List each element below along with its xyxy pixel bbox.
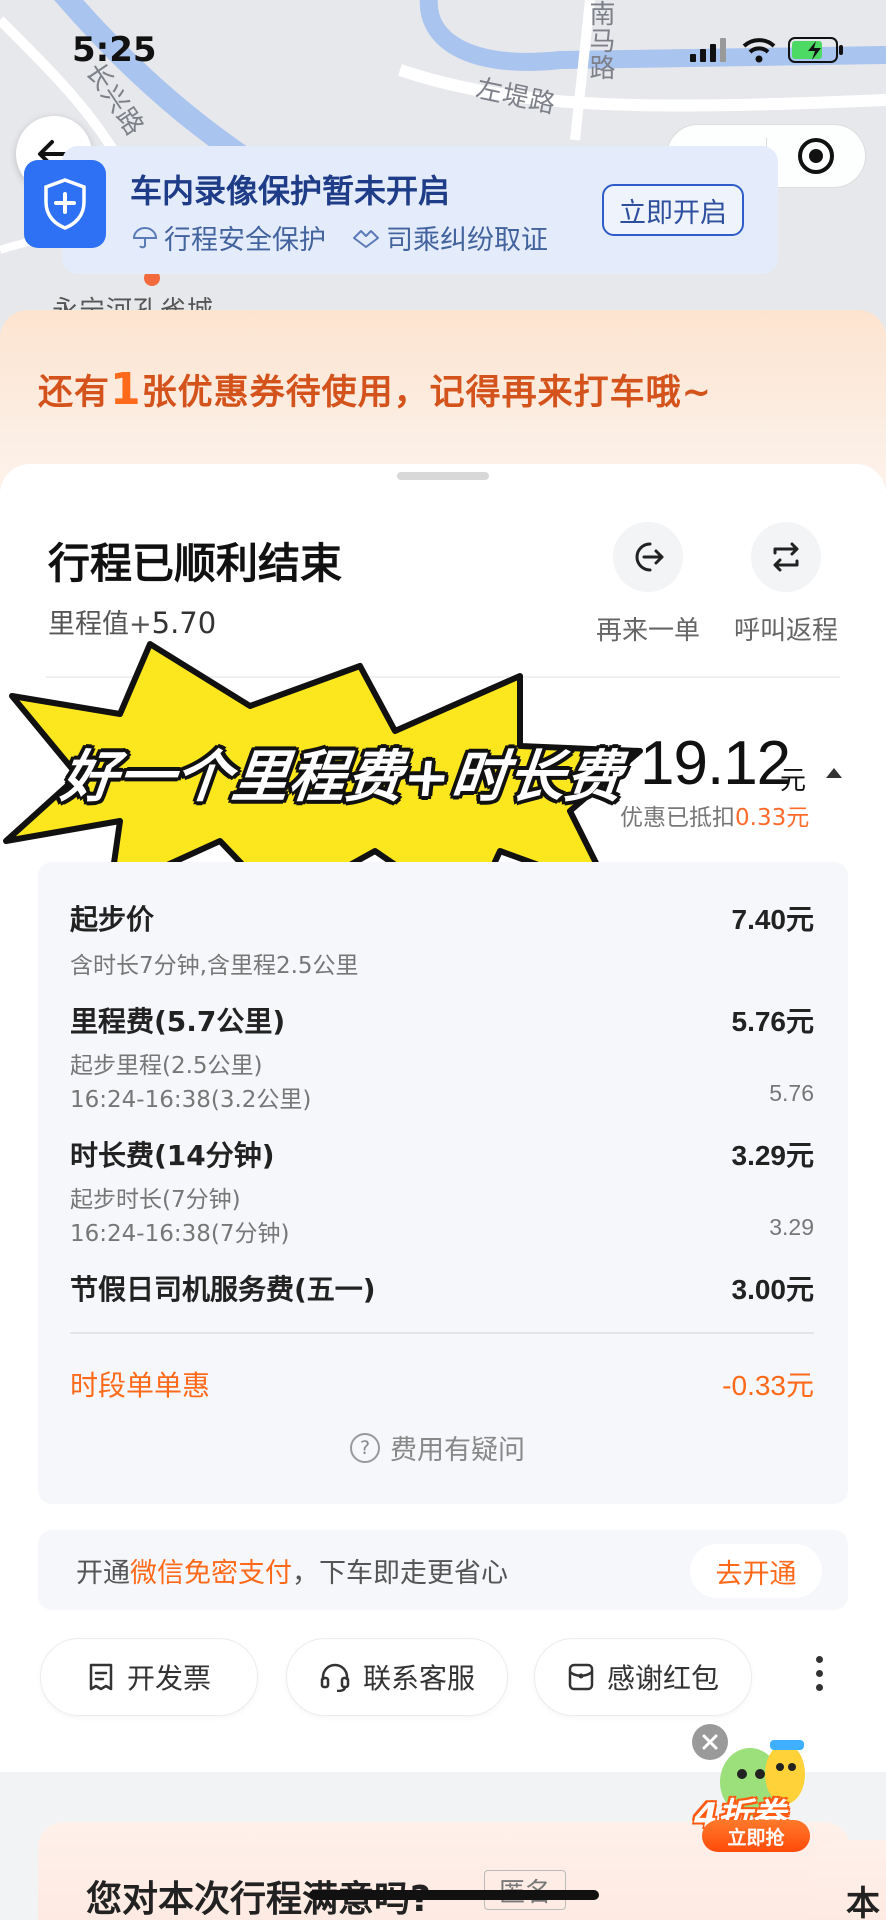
status-bar: 5:25 bbox=[0, 0, 886, 100]
sticker-caption: 好一个里程费+时长费 bbox=[58, 745, 626, 810]
more-actions-icon[interactable] bbox=[816, 1656, 823, 1691]
feature-dispute-evidence: 司乘纠纷取证 bbox=[352, 218, 548, 257]
status-time: 5:25 bbox=[72, 30, 157, 70]
customer-service-button[interactable]: 联系客服 bbox=[286, 1638, 508, 1716]
handshake-icon bbox=[353, 229, 379, 248]
grab-coupon-button[interactable]: 立即抢 bbox=[702, 1820, 810, 1852]
reorder-button[interactable]: 再来一单 bbox=[578, 522, 718, 647]
reorder-icon bbox=[635, 542, 664, 572]
fee-sub-duration: 16:24-16:38(7分钟) 3.29 bbox=[70, 1214, 814, 1247]
price-unit: 元 bbox=[780, 766, 807, 796]
wifi-icon bbox=[742, 38, 776, 63]
question-icon: ? bbox=[350, 1432, 380, 1463]
coupon-count: 1 bbox=[110, 364, 142, 415]
fee-note-base: 含时长7分钟,含里程2.5公里 bbox=[70, 953, 359, 979]
page-title: 行程已顺利结束 bbox=[48, 539, 343, 588]
return-trip-icon bbox=[773, 542, 799, 572]
fee-row-distance: 里程费(5.7公里) 5.76元 bbox=[70, 1005, 814, 1038]
feature-trip-safety: 行程安全保护 bbox=[132, 218, 326, 257]
fee-row-holiday: 节假日司机服务费(五一) 3.00元 bbox=[70, 1273, 814, 1306]
fee-sub-duration: 起步时长(7分钟) bbox=[70, 1187, 241, 1213]
fee-sub-distance: 16:24-16:38(3.2公里) 5.76 bbox=[70, 1080, 814, 1113]
fee-row-duration: 时长费(14分钟) 3.29元 bbox=[70, 1139, 814, 1172]
enable-recording-button[interactable]: 立即开启 bbox=[602, 184, 744, 236]
fee-question-link[interactable]: ? 费用有疑问 bbox=[350, 1428, 525, 1467]
video-protection-title: 车内录像保护暂未开启 bbox=[130, 172, 451, 210]
invoice-icon bbox=[89, 1663, 113, 1691]
shield-icon bbox=[24, 160, 106, 248]
thank-red-envelope-button[interactable]: 感谢红包 bbox=[534, 1638, 752, 1716]
cellular-signal-icon bbox=[690, 38, 726, 62]
home-indicator[interactable] bbox=[309, 1890, 599, 1900]
fee-divider bbox=[70, 1332, 814, 1334]
close-miniprogram-button[interactable] bbox=[767, 136, 866, 176]
battery-charging-icon bbox=[788, 37, 843, 63]
invoice-button[interactable]: 开发票 bbox=[40, 1638, 258, 1716]
enable-pay-button[interactable]: 去开通 bbox=[690, 1544, 822, 1598]
coupon-reminder-text: 还有1张优惠券待使用，记得再来打车哦~ bbox=[38, 364, 712, 415]
sheet-drag-handle[interactable] bbox=[397, 472, 489, 480]
close-icon[interactable] bbox=[692, 1724, 728, 1760]
umbrella-icon bbox=[132, 226, 158, 248]
return-trip-button[interactable]: 呼叫返程 bbox=[716, 522, 856, 647]
next-card-text: 本 bbox=[846, 1884, 880, 1920]
target-icon bbox=[797, 138, 834, 174]
collapse-caret-icon[interactable] bbox=[826, 768, 842, 778]
fee-row-base: 起步价 7.40元 bbox=[70, 903, 814, 936]
red-envelope-icon bbox=[568, 1663, 594, 1691]
total-price: 19.12 bbox=[640, 729, 791, 798]
headset-icon bbox=[320, 1663, 350, 1692]
wechat-pay-text: 开通微信免密支付，下车即走更省心 bbox=[76, 1558, 508, 1589]
fee-row-discount: 时段单单惠 -0.33元 bbox=[70, 1369, 814, 1402]
return-trip-label: 呼叫返程 bbox=[733, 616, 838, 646]
fee-sub-distance: 起步里程(2.5公里) bbox=[70, 1053, 263, 1079]
